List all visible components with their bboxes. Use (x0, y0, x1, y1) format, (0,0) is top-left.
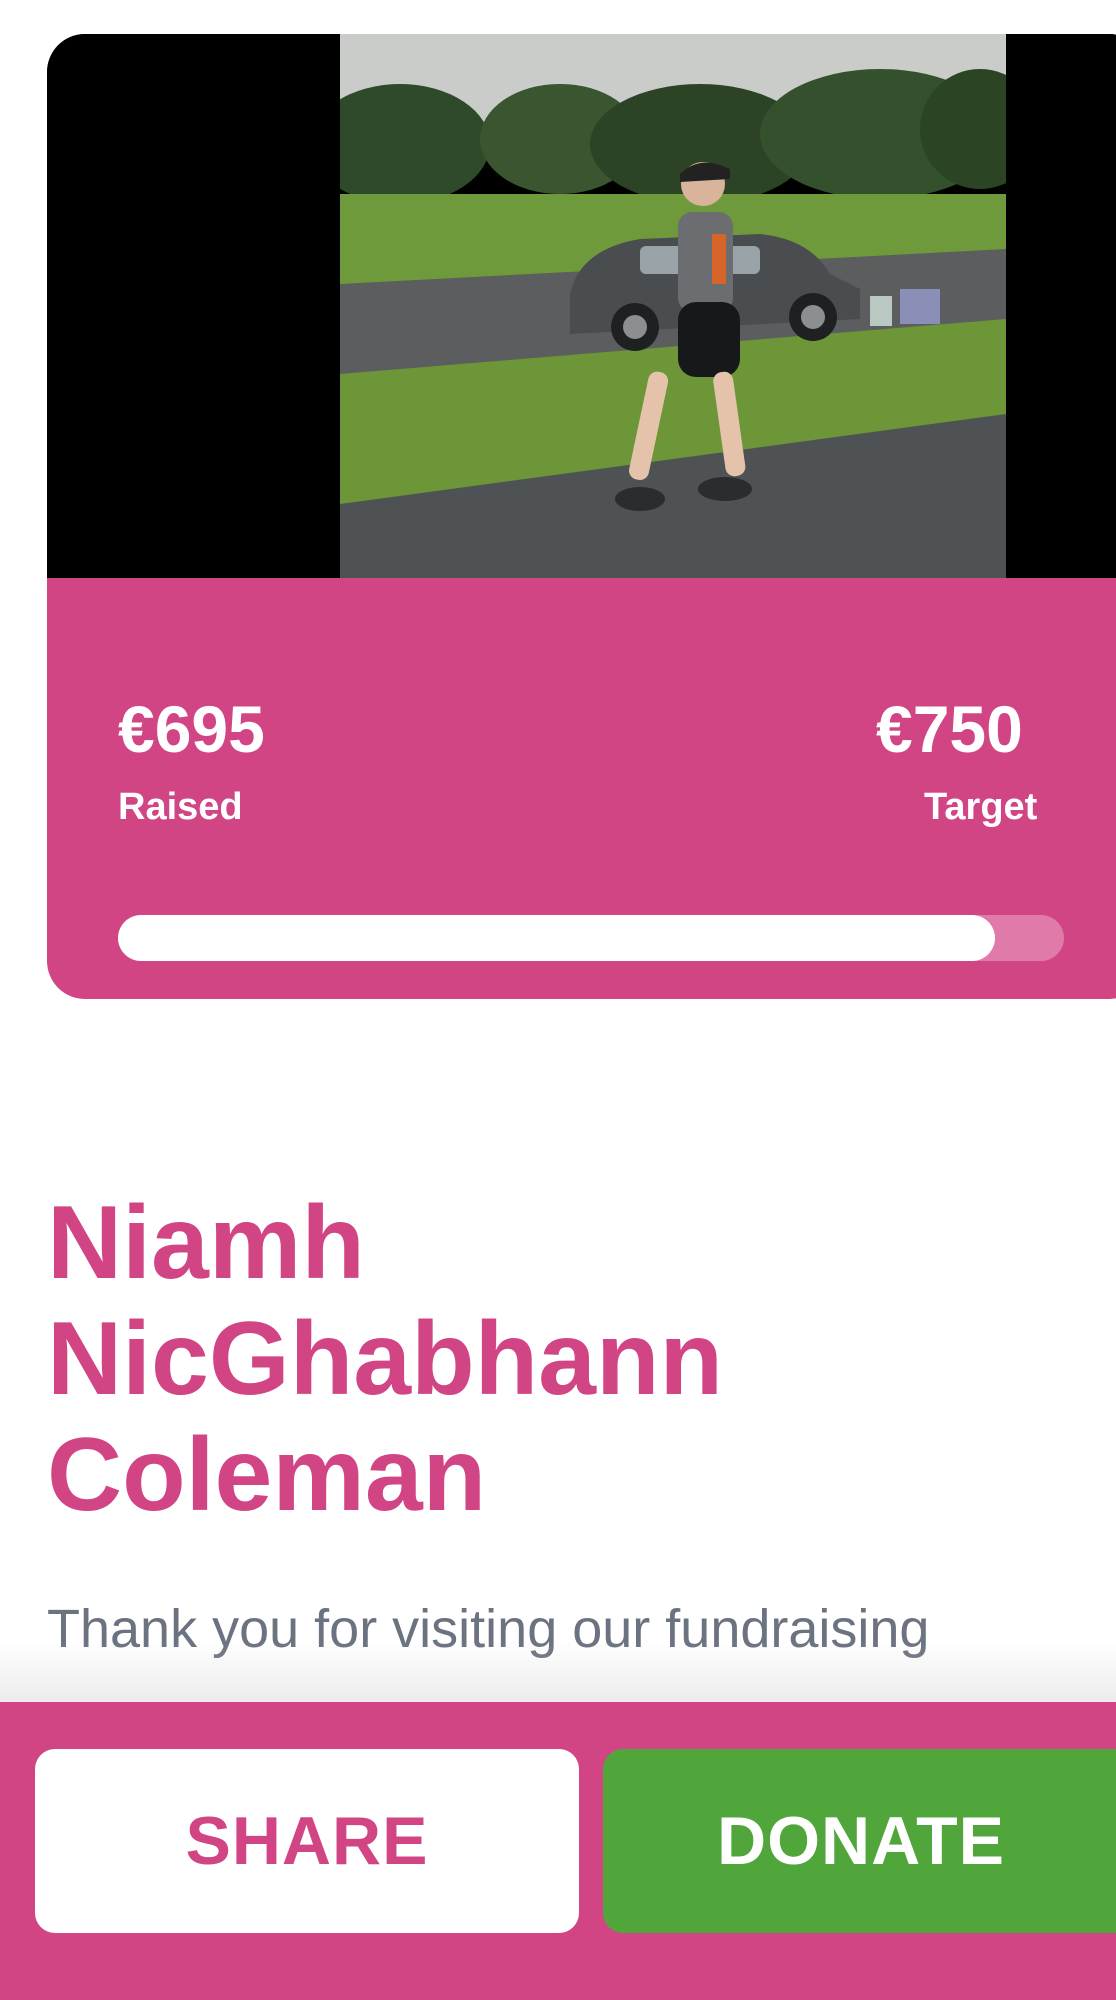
action-bar: SHARE DONATE (0, 1702, 1116, 2000)
name-line-2: NicGhabhann (47, 1301, 724, 1417)
fundraising-stats: €695 Raised €750 Target (47, 578, 1116, 999)
name-line-3: Coleman (47, 1417, 487, 1533)
fundraiser-name: Niamh NicGhabhann Coleman (47, 1185, 1047, 1533)
runner-photo (340, 34, 1006, 578)
progress-bar-fill (118, 915, 995, 961)
raised-amount: €695 (118, 692, 265, 766)
photo-container (47, 34, 1116, 578)
share-button[interactable]: SHARE (35, 1749, 579, 1933)
fundraiser-card: €695 Raised €750 Target (47, 34, 1116, 999)
donate-button[interactable]: DONATE (603, 1749, 1116, 1933)
name-line-1: Niamh (47, 1185, 365, 1301)
scroll-fade (0, 1640, 1116, 1702)
target-label: Target (924, 786, 1038, 828)
progress-bar (118, 915, 1064, 961)
target-amount: €750 (876, 692, 1023, 766)
raised-label: Raised (118, 786, 243, 828)
